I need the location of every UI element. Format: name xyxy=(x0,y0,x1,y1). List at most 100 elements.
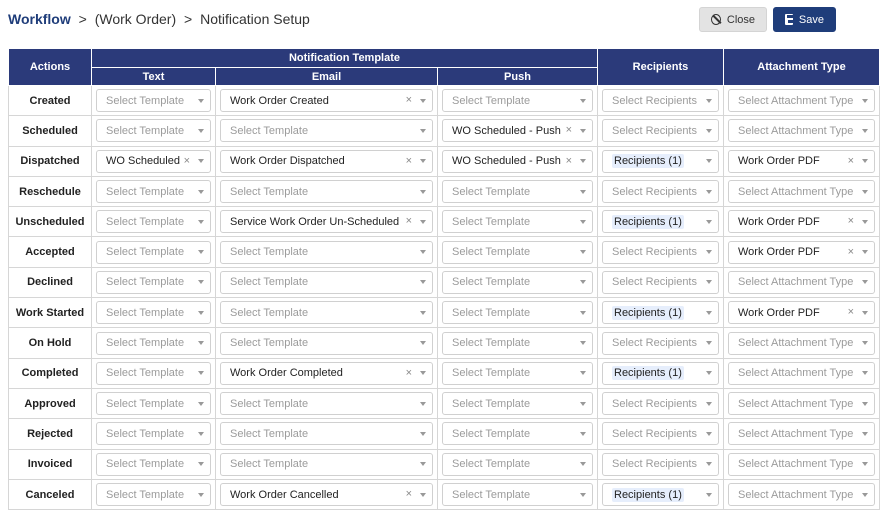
chevron-down-icon[interactable] xyxy=(706,280,712,285)
chevron-down-icon[interactable] xyxy=(862,98,868,103)
push-template-select[interactable]: Select Template xyxy=(442,361,593,385)
recipients-select[interactable]: Recipients (1) xyxy=(602,361,719,385)
chevron-down-icon[interactable] xyxy=(862,189,868,194)
close-button[interactable]: Close xyxy=(699,7,767,32)
push-template-select[interactable]: Select Template xyxy=(442,331,593,355)
chevron-down-icon[interactable] xyxy=(580,128,586,133)
push-template-select[interactable]: Select Template xyxy=(442,452,593,476)
chevron-down-icon[interactable] xyxy=(580,98,586,103)
chevron-down-icon[interactable] xyxy=(198,401,204,406)
chevron-down-icon[interactable] xyxy=(580,462,586,467)
chevron-down-icon[interactable] xyxy=(706,371,712,376)
chevron-down-icon[interactable] xyxy=(706,189,712,194)
attachment-type-select[interactable]: Select Attachment Type xyxy=(728,119,875,143)
chevron-down-icon[interactable] xyxy=(420,250,426,255)
chevron-down-icon[interactable] xyxy=(862,280,868,285)
push-template-select[interactable]: Select Template xyxy=(442,422,593,446)
recipients-select[interactable]: Select Recipients xyxy=(602,392,719,416)
clear-x-icon[interactable]: × xyxy=(406,367,412,379)
chevron-down-icon[interactable] xyxy=(198,492,204,497)
email-template-select[interactable]: Select Template xyxy=(220,392,433,416)
chevron-down-icon[interactable] xyxy=(862,219,868,224)
chevron-down-icon[interactable] xyxy=(706,401,712,406)
recipients-select[interactable]: Recipients (1) xyxy=(602,301,719,325)
chevron-down-icon[interactable] xyxy=(580,280,586,285)
recipients-select[interactable]: Select Recipients xyxy=(602,119,719,143)
text-template-select[interactable]: Select Template xyxy=(96,331,211,355)
chevron-down-icon[interactable] xyxy=(862,431,868,436)
chevron-down-icon[interactable] xyxy=(420,310,426,315)
clear-x-icon[interactable]: × xyxy=(848,307,854,318)
chevron-down-icon[interactable] xyxy=(706,128,712,133)
recipients-select[interactable]: Select Recipients xyxy=(602,422,719,446)
chevron-down-icon[interactable] xyxy=(862,128,868,133)
email-template-select[interactable]: Select Template xyxy=(220,422,433,446)
push-template-select[interactable]: Select Template xyxy=(442,483,593,506)
clear-x-icon[interactable]: × xyxy=(566,155,572,167)
attachment-type-select[interactable]: Select Attachment Type xyxy=(728,422,875,446)
chevron-down-icon[interactable] xyxy=(706,462,712,467)
recipients-select[interactable]: Recipients (1) xyxy=(602,483,719,506)
chevron-down-icon[interactable] xyxy=(580,492,586,497)
email-template-select[interactable]: Service Work Order Un-Scheduled × xyxy=(220,210,433,234)
attachment-type-select[interactable]: Work Order PDF × xyxy=(728,301,875,325)
chevron-down-icon[interactable] xyxy=(862,462,868,467)
chevron-down-icon[interactable] xyxy=(706,341,712,346)
chevron-down-icon[interactable] xyxy=(420,280,426,285)
chevron-down-icon[interactable] xyxy=(862,371,868,376)
email-template-select[interactable]: Work Order Created × xyxy=(220,89,433,113)
chevron-down-icon[interactable] xyxy=(420,128,426,133)
chevron-down-icon[interactable] xyxy=(862,341,868,346)
chevron-down-icon[interactable] xyxy=(198,189,204,194)
chevron-down-icon[interactable] xyxy=(706,492,712,497)
clear-x-icon[interactable]: × xyxy=(406,216,412,227)
text-template-select[interactable]: Select Template xyxy=(96,89,211,113)
attachment-type-select[interactable]: Work Order PDF × xyxy=(728,210,875,234)
chevron-down-icon[interactable] xyxy=(706,219,712,224)
recipients-select[interactable]: Select Recipients xyxy=(602,270,719,294)
text-template-select[interactable]: Select Template xyxy=(96,452,211,476)
chevron-down-icon[interactable] xyxy=(580,401,586,406)
text-template-select[interactable]: Select Template xyxy=(96,240,211,264)
chevron-down-icon[interactable] xyxy=(420,98,426,103)
push-template-select[interactable]: Select Template xyxy=(442,210,593,234)
chevron-down-icon[interactable] xyxy=(420,462,426,467)
text-template-select[interactable]: Select Template xyxy=(96,422,211,446)
chevron-down-icon[interactable] xyxy=(198,219,204,224)
chevron-down-icon[interactable] xyxy=(862,492,868,497)
recipients-select[interactable]: Select Recipients xyxy=(602,89,719,113)
chevron-down-icon[interactable] xyxy=(198,310,204,315)
chevron-down-icon[interactable] xyxy=(580,219,586,224)
chevron-down-icon[interactable] xyxy=(862,401,868,406)
push-template-select[interactable]: WO Scheduled - Push × xyxy=(442,119,593,143)
chevron-down-icon[interactable] xyxy=(580,189,586,194)
email-template-select[interactable]: Work Order Completed × xyxy=(220,361,433,385)
clear-x-icon[interactable]: × xyxy=(566,125,572,136)
attachment-type-select[interactable]: Work Order PDF × xyxy=(728,240,875,264)
chevron-down-icon[interactable] xyxy=(862,250,868,255)
attachment-type-select[interactable]: Select Attachment Type xyxy=(728,89,875,113)
email-template-select[interactable]: Work Order Dispatched × xyxy=(220,149,433,173)
chevron-down-icon[interactable] xyxy=(198,250,204,255)
chevron-down-icon[interactable] xyxy=(420,371,426,376)
attachment-type-select[interactable]: Select Attachment Type xyxy=(728,361,875,385)
attachment-type-select[interactable]: Select Attachment Type xyxy=(728,392,875,416)
chevron-down-icon[interactable] xyxy=(580,159,586,164)
text-template-select[interactable]: Select Template xyxy=(96,119,211,143)
recipients-select[interactable]: Select Recipients xyxy=(602,331,719,355)
text-template-select[interactable]: Select Template xyxy=(96,483,211,506)
chevron-down-icon[interactable] xyxy=(706,98,712,103)
email-template-select[interactable]: Select Template xyxy=(220,452,433,476)
chevron-down-icon[interactable] xyxy=(862,159,868,164)
text-template-select[interactable]: Select Template xyxy=(96,270,211,294)
push-template-select[interactable]: Select Template xyxy=(442,301,593,325)
recipients-select[interactable]: Recipients (1) xyxy=(602,149,719,173)
chevron-down-icon[interactable] xyxy=(198,462,204,467)
clear-x-icon[interactable]: × xyxy=(848,155,854,167)
save-button[interactable]: Save xyxy=(773,7,836,32)
push-template-select[interactable]: Select Template xyxy=(442,270,593,294)
recipients-select[interactable]: Recipients (1) xyxy=(602,210,719,234)
chevron-down-icon[interactable] xyxy=(706,310,712,315)
chevron-down-icon[interactable] xyxy=(580,310,586,315)
email-template-select[interactable]: Work Order Cancelled × xyxy=(220,483,433,506)
